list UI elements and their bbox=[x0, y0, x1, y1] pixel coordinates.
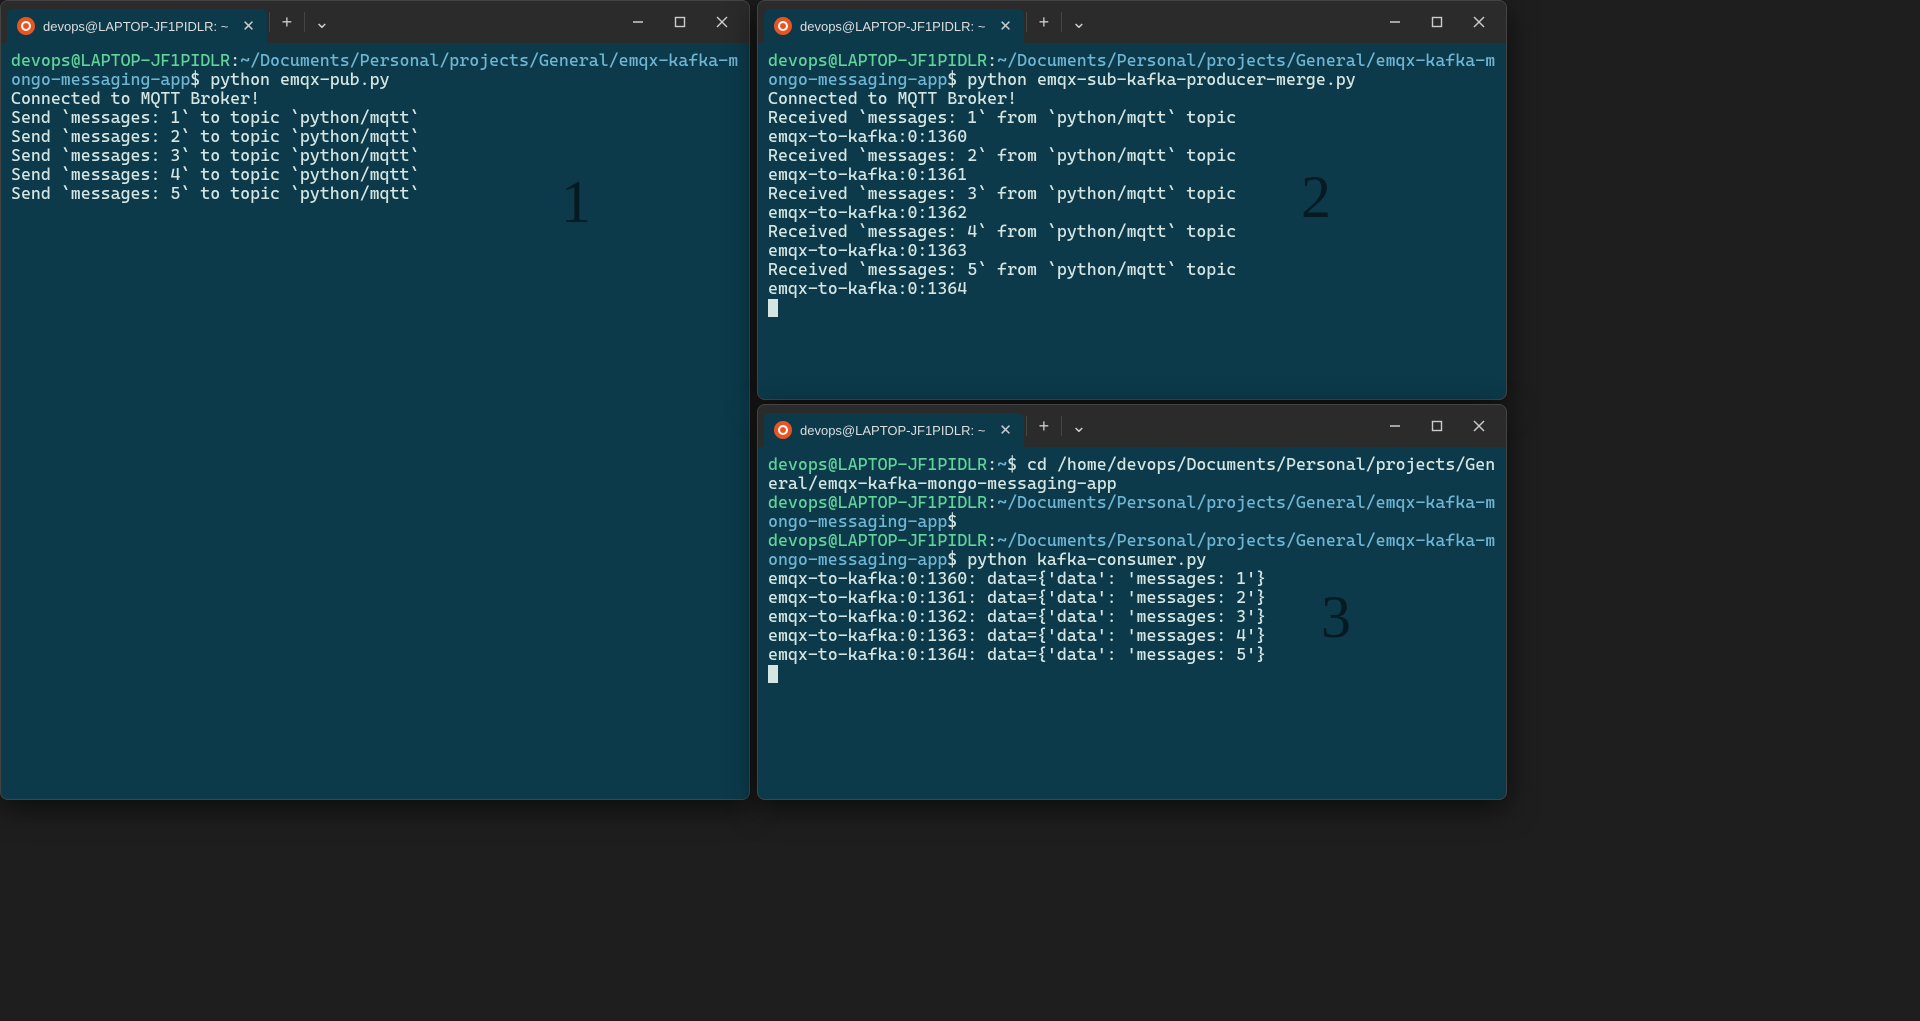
output-line: Send `messages: 5` to topic `python/mqtt… bbox=[11, 184, 739, 203]
output-line: Connected to MQTT Broker! bbox=[11, 89, 739, 108]
terminal-body[interactable]: devops@LAPTOP-JF1PIDLR:~/Documents/Perso… bbox=[758, 43, 1506, 399]
titlebar[interactable]: devops@LAPTOP-JF1PIDLR: ~ ✕ +⌄ bbox=[1, 1, 749, 43]
close-window-button[interactable] bbox=[701, 7, 743, 37]
close-tab-button[interactable]: ✕ bbox=[999, 421, 1012, 439]
prompt-line: devops@LAPTOP-JF1PIDLR:~/Documents/Perso… bbox=[768, 531, 1496, 569]
output-line: Received `messages: 4` from `python/mqtt… bbox=[768, 222, 1496, 241]
separator bbox=[304, 12, 305, 32]
prompt-sep: : bbox=[987, 530, 997, 550]
separator bbox=[1061, 12, 1062, 32]
prompt-line: devops@LAPTOP-JF1PIDLR:~/Documents/Perso… bbox=[768, 493, 1496, 531]
separator bbox=[1061, 416, 1062, 436]
output-line: Received `messages: 5` from `python/mqtt… bbox=[768, 260, 1496, 279]
close-tab-button[interactable]: ✕ bbox=[242, 17, 255, 35]
prompt-sep: : bbox=[230, 50, 240, 70]
prompt-line: devops@LAPTOP-JF1PIDLR:~/Documents/Perso… bbox=[11, 51, 739, 89]
tab-active[interactable]: devops@LAPTOP-JF1PIDLR: ~ ✕ bbox=[764, 413, 1024, 447]
output-line: emqx-to-kafka:0:1363 bbox=[768, 241, 1496, 260]
dropdown-button[interactable]: ⌄ bbox=[307, 7, 337, 37]
prompt-sym: $ bbox=[947, 549, 957, 569]
prompt-line: devops@LAPTOP-JF1PIDLR:~/Documents/Perso… bbox=[768, 51, 1496, 89]
new-tab-button[interactable]: + bbox=[1029, 7, 1059, 37]
new-tab-button[interactable]: + bbox=[272, 7, 302, 37]
maximize-button[interactable] bbox=[659, 7, 701, 37]
separator bbox=[1026, 12, 1027, 32]
output-line: emqx-to-kafka:0:1361: data={'data': 'mes… bbox=[768, 588, 1496, 607]
dropdown-button[interactable]: ⌄ bbox=[1064, 7, 1094, 37]
output-line: Connected to MQTT Broker! bbox=[768, 89, 1496, 108]
ubuntu-icon bbox=[774, 421, 792, 439]
output-line: Send `messages: 2` to topic `python/mqtt… bbox=[11, 127, 739, 146]
prompt-sym: $ bbox=[947, 69, 957, 89]
prompt-line: devops@LAPTOP-JF1PIDLR:~$ cd /home/devop… bbox=[768, 455, 1496, 493]
terminal-window[interactable]: devops@LAPTOP-JF1PIDLR: ~✕+⌄devops@LAPTO… bbox=[757, 0, 1507, 400]
output-line: emqx-to-kafka:0:1361 bbox=[768, 165, 1496, 184]
output-line: Received `messages: 1` from `python/mqtt… bbox=[768, 108, 1496, 127]
output-line: emqx-to-kafka:0:1360: data={'data': 'mes… bbox=[768, 569, 1496, 588]
prompt-user: devops@LAPTOP-JF1PIDLR bbox=[768, 50, 987, 70]
output-line: Received `messages: 2` from `python/mqtt… bbox=[768, 146, 1496, 165]
output-line: emqx-to-kafka:0:1360 bbox=[768, 127, 1496, 146]
prompt-sep: : bbox=[987, 454, 997, 474]
tab-title: devops@LAPTOP-JF1PIDLR: ~ bbox=[43, 19, 228, 34]
dropdown-button[interactable]: ⌄ bbox=[1064, 411, 1094, 441]
tab-active[interactable]: devops@LAPTOP-JF1PIDLR: ~ ✕ bbox=[764, 9, 1024, 43]
tab-title: devops@LAPTOP-JF1PIDLR: ~ bbox=[800, 423, 985, 438]
ubuntu-icon bbox=[774, 17, 792, 35]
output-line: emqx-to-kafka:0:1362: data={'data': 'mes… bbox=[768, 607, 1496, 626]
output-line: Send `messages: 1` to topic `python/mqtt… bbox=[11, 108, 739, 127]
cursor bbox=[768, 665, 778, 683]
prompt-user: devops@LAPTOP-JF1PIDLR bbox=[768, 492, 987, 512]
prompt-sym: $ bbox=[190, 69, 200, 89]
terminal-body[interactable]: devops@LAPTOP-JF1PIDLR:~$ cd /home/devop… bbox=[758, 447, 1506, 799]
output-line: emqx-to-kafka:0:1362 bbox=[768, 203, 1496, 222]
close-window-button[interactable] bbox=[1458, 411, 1500, 441]
prompt-sym: $ bbox=[1007, 454, 1017, 474]
maximize-button[interactable] bbox=[1416, 411, 1458, 441]
terminal-window[interactable]: devops@LAPTOP-JF1PIDLR: ~✕+⌄devops@LAPTO… bbox=[757, 404, 1507, 800]
cursor bbox=[768, 299, 778, 317]
output-line: emqx-to-kafka:0:1364: data={'data': 'mes… bbox=[768, 645, 1496, 664]
separator bbox=[269, 12, 270, 32]
titlebar[interactable]: devops@LAPTOP-JF1PIDLR: ~ ✕ +⌄ bbox=[758, 405, 1506, 447]
terminal-window[interactable]: devops@LAPTOP-JF1PIDLR: ~✕+⌄devops@LAPTO… bbox=[0, 0, 750, 800]
prompt-sym: $ bbox=[947, 511, 957, 531]
maximize-button[interactable] bbox=[1416, 7, 1458, 37]
prompt-user: devops@LAPTOP-JF1PIDLR bbox=[768, 530, 987, 550]
separator bbox=[1026, 416, 1027, 436]
close-tab-button[interactable]: ✕ bbox=[999, 17, 1012, 35]
close-window-button[interactable] bbox=[1458, 7, 1500, 37]
output-line: emqx-to-kafka:0:1363: data={'data': 'mes… bbox=[768, 626, 1496, 645]
output-line: Send `messages: 4` to topic `python/mqtt… bbox=[11, 165, 739, 184]
minimize-button[interactable] bbox=[1374, 7, 1416, 37]
prompt-path: ~ bbox=[997, 454, 1007, 474]
prompt-user: devops@LAPTOP-JF1PIDLR bbox=[768, 454, 987, 474]
prompt-sep: : bbox=[987, 492, 997, 512]
prompt-sep: : bbox=[987, 50, 997, 70]
titlebar[interactable]: devops@LAPTOP-JF1PIDLR: ~ ✕ +⌄ bbox=[758, 1, 1506, 43]
minimize-button[interactable] bbox=[1374, 411, 1416, 441]
new-tab-button[interactable]: + bbox=[1029, 411, 1059, 441]
prompt-user: devops@LAPTOP-JF1PIDLR bbox=[11, 50, 230, 70]
minimize-button[interactable] bbox=[617, 7, 659, 37]
prompt-cmd: python emqx-sub-kafka-producer-merge.py bbox=[957, 69, 1355, 89]
prompt-cmd: python emqx-pub.py bbox=[200, 69, 389, 89]
prompt-cmd: python kafka-consumer.py bbox=[957, 549, 1206, 569]
ubuntu-icon bbox=[17, 17, 35, 35]
tab-active[interactable]: devops@LAPTOP-JF1PIDLR: ~ ✕ bbox=[7, 9, 267, 43]
output-line: emqx-to-kafka:0:1364 bbox=[768, 279, 1496, 298]
terminal-body[interactable]: devops@LAPTOP-JF1PIDLR:~/Documents/Perso… bbox=[1, 43, 749, 799]
tab-title: devops@LAPTOP-JF1PIDLR: ~ bbox=[800, 19, 985, 34]
output-line: Received `messages: 3` from `python/mqtt… bbox=[768, 184, 1496, 203]
output-line: Send `messages: 3` to topic `python/mqtt… bbox=[11, 146, 739, 165]
